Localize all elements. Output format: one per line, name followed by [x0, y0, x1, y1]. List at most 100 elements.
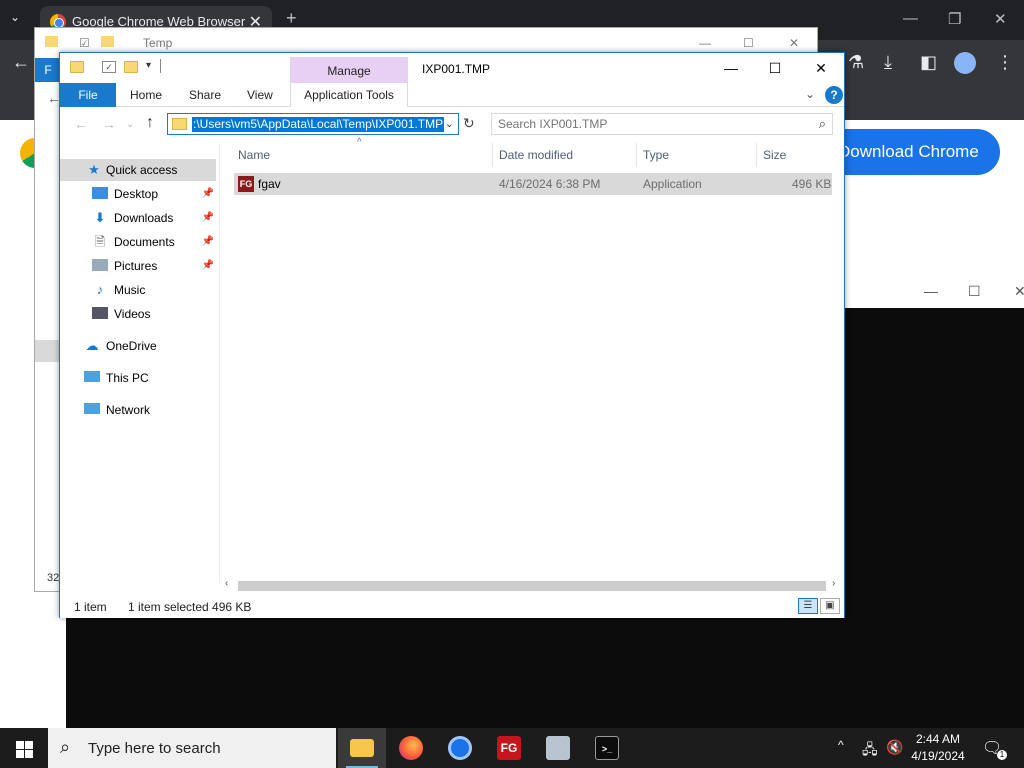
properties-icon[interactable]: ✓ — [102, 61, 116, 73]
star-icon: ★ — [88, 162, 100, 177]
pin-icon[interactable]: 📌 — [202, 183, 214, 205]
recent-locations-icon[interactable]: ⌄ — [126, 119, 134, 130]
chrome-restore-icon[interactable]: ❐ — [948, 10, 961, 28]
tab-file[interactable]: File — [60, 83, 116, 107]
nav-item-downloads[interactable]: ⬇ Downloads 📌 — [60, 207, 216, 229]
windows-logo-icon — [25, 750, 33, 758]
network-tray-icon[interactable]: 🖧 — [862, 739, 878, 768]
details-view-icon[interactable]: ☰ — [798, 598, 818, 614]
properties-icon[interactable]: ☑ — [79, 36, 90, 50]
file-row[interactable]: FG fgav 4/16/2024 6:38 PM Application 49… — [234, 173, 832, 195]
column-date-modified[interactable]: Date modified — [499, 148, 573, 162]
tab-share[interactable]: Share — [189, 83, 221, 107]
qat-separator — [160, 59, 161, 73]
chrome-close-icon[interactable]: ✕ — [994, 10, 1007, 28]
taskbar-terminal[interactable]: >_ — [583, 728, 631, 768]
taskbar-control-panel[interactable] — [534, 728, 582, 768]
taskbar-firefox[interactable] — [387, 728, 435, 768]
music-icon: ♪ — [96, 282, 104, 297]
pin-icon[interactable]: 📌 — [202, 255, 214, 277]
pin-icon[interactable]: 📌 — [202, 207, 214, 229]
up-icon[interactable]: ↑ — [146, 114, 154, 132]
folder-icon — [70, 61, 84, 73]
scroll-right-icon[interactable]: › — [832, 578, 835, 589]
customize-qat-icon[interactable]: ▾ — [146, 60, 151, 71]
start-button[interactable] — [0, 728, 48, 768]
tab-application-tools[interactable]: Application Tools — [290, 83, 408, 107]
pin-icon[interactable]: 📌 — [202, 231, 214, 253]
clock-time: 2:44 AM — [915, 732, 961, 746]
close-button[interactable]: ✕ — [798, 55, 844, 81]
download-chrome-button[interactable]: Download Chrome — [818, 129, 1000, 175]
new-folder-icon[interactable] — [101, 36, 114, 47]
taskbar-search[interactable]: ⌕ Type here to search — [48, 728, 336, 768]
taskbar-fg-app[interactable]: FG — [485, 728, 533, 768]
chrome-icon — [448, 736, 472, 760]
nav-label: Quick access — [106, 163, 178, 177]
back-icon[interactable]: ← — [74, 116, 88, 132]
labs-icon[interactable]: ⚗ — [848, 52, 864, 73]
explorer-window: ✓ ▾ Manage IXP001.TMP — ☐ ✕ File Home Sh… — [59, 52, 845, 618]
scrollbar-thumb[interactable] — [238, 581, 826, 591]
item-count: 1 item — [74, 600, 107, 614]
minimize-button[interactable]: — — [708, 55, 754, 81]
column-name[interactable]: Name — [238, 148, 270, 162]
console-close-icon[interactable]: ✕ — [1014, 283, 1024, 300]
terminal-icon: >_ — [595, 736, 619, 760]
address-dropdown-icon[interactable]: ⌄ — [445, 117, 454, 130]
tab-view[interactable]: View — [247, 83, 273, 107]
nav-item-documents[interactable]: 🗎 Documents 📌 — [60, 231, 216, 253]
console-maximize-icon[interactable]: ☐ — [968, 283, 981, 300]
horizontal-scrollbar[interactable]: ‹ › — [220, 577, 844, 594]
onedrive-cloud-icon: ☁ — [85, 338, 99, 353]
nav-item-onedrive[interactable]: ☁ OneDrive — [60, 335, 216, 357]
nav-item-quick-access[interactable]: ★ Quick access — [60, 159, 216, 181]
back-explorer-maximize-icon[interactable]: ☐ — [743, 36, 754, 50]
tab-search-chevron-icon[interactable]: ⌄ — [10, 10, 20, 24]
nav-item-network[interactable]: Network — [60, 399, 216, 421]
column-size[interactable]: Size — [763, 148, 786, 162]
refresh-icon[interactable]: ↻ — [463, 115, 475, 132]
column-separator[interactable] — [756, 143, 757, 167]
maximize-button[interactable]: ☐ — [752, 55, 798, 81]
search-box[interactable]: ⌕ — [491, 113, 833, 135]
column-separator[interactable] — [636, 143, 637, 167]
chrome-minimize-icon[interactable]: — — [903, 10, 918, 27]
help-icon[interactable]: ? — [825, 86, 843, 104]
console-minimize-icon[interactable]: — — [924, 283, 938, 299]
taskbar-clock[interactable]: 2:44 AM 4/19/2024 — [906, 731, 970, 765]
new-folder-icon[interactable] — [124, 61, 138, 73]
tab-home[interactable]: Home — [130, 83, 162, 107]
nav-item-desktop[interactable]: Desktop 📌 — [60, 183, 216, 205]
side-panel-icon[interactable]: ◧ — [920, 52, 937, 73]
chrome-menu-icon[interactable]: ⋮ — [996, 52, 1014, 73]
nav-item-this-pc[interactable]: This PC — [60, 367, 216, 389]
forward-icon[interactable]: → — [102, 116, 116, 132]
nav-item-pictures[interactable]: Pictures 📌 — [60, 255, 216, 277]
expand-ribbon-icon[interactable]: ⌄ — [805, 87, 815, 101]
column-type[interactable]: Type — [643, 148, 669, 162]
large-icons-view-icon[interactable]: ▣ — [820, 598, 840, 614]
chrome-back-icon[interactable]: ← — [12, 52, 30, 73]
new-tab-icon[interactable]: + — [286, 8, 297, 29]
address-bar[interactable]: :\Users\vm5\AppData\Local\Temp\IXP001.TM… — [167, 113, 459, 135]
back-status-text: 32 — [47, 572, 60, 584]
address-path[interactable]: :\Users\vm5\AppData\Local\Temp\IXP001.TM… — [192, 117, 445, 132]
back-explorer-close-icon[interactable]: ✕ — [789, 36, 799, 50]
back-explorer-minimize-icon[interactable]: — — [699, 36, 711, 50]
back-file-tab[interactable]: F — [35, 58, 61, 82]
show-hidden-icons[interactable]: ^ — [838, 738, 844, 768]
nav-item-videos[interactable]: Videos — [60, 303, 216, 325]
nav-item-music[interactable]: ♪ Music — [60, 279, 216, 301]
download-icon[interactable]: ⤓ — [884, 52, 892, 73]
profile-avatar-icon[interactable] — [954, 52, 976, 74]
search-input[interactable] — [498, 116, 798, 132]
scroll-left-icon[interactable]: ‹ — [225, 578, 228, 589]
documents-icon: 🗎 — [94, 234, 106, 249]
windows-logo-icon — [16, 741, 24, 749]
taskbar-chrome[interactable] — [436, 728, 484, 768]
taskbar-file-explorer[interactable] — [338, 728, 386, 768]
volume-muted-icon[interactable]: 🔇 — [886, 739, 903, 768]
nav-label: OneDrive — [106, 339, 157, 353]
column-separator[interactable] — [492, 143, 493, 167]
